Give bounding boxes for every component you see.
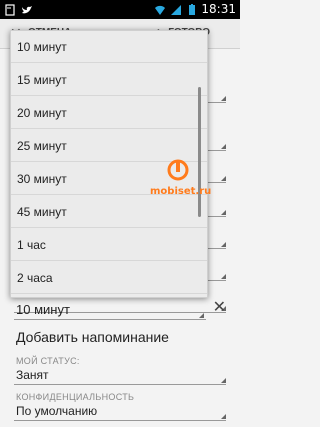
list-item[interactable]: 10 минут: [11, 31, 207, 63]
list-item[interactable]: 20 минут: [11, 97, 207, 129]
remove-reminder-icon[interactable]: ✕: [213, 299, 226, 317]
status-bar: 18:31: [0, 0, 240, 19]
twitter-icon: [21, 3, 33, 15]
dropdown-triangle-icon: [221, 378, 226, 383]
watermark-text: mobiset.ru: [150, 186, 212, 197]
dropdown-triangle-icon: [199, 313, 204, 318]
wifi-icon: [154, 3, 166, 15]
list-item[interactable]: 15 минут: [11, 64, 207, 96]
list-item[interactable]: 2 часа: [11, 262, 207, 294]
dropdown-triangle-icon: [221, 414, 226, 419]
watermark: mobiset.ru: [150, 158, 222, 204]
mobiset-logo-icon: [167, 159, 189, 181]
sd-card-icon: [4, 3, 16, 16]
privacy-label: КОНФИДЕНЦИАЛЬНОСТЬ: [16, 392, 135, 402]
reminder-select[interactable]: 10 минут: [16, 302, 70, 317]
status-select[interactable]: Занят: [16, 368, 228, 382]
battery-icon: [186, 3, 198, 15]
signal-icon: [170, 3, 182, 15]
reminder-row: 10 минут ✕: [14, 298, 226, 320]
list-item[interactable]: 1 час: [11, 229, 207, 261]
status-label: МОЙ СТАТУС:: [16, 356, 80, 366]
privacy-select[interactable]: По умолчанию: [16, 404, 228, 418]
clock: 18:31: [201, 2, 236, 16]
add-reminder-button[interactable]: Добавить напоминание: [16, 329, 169, 345]
